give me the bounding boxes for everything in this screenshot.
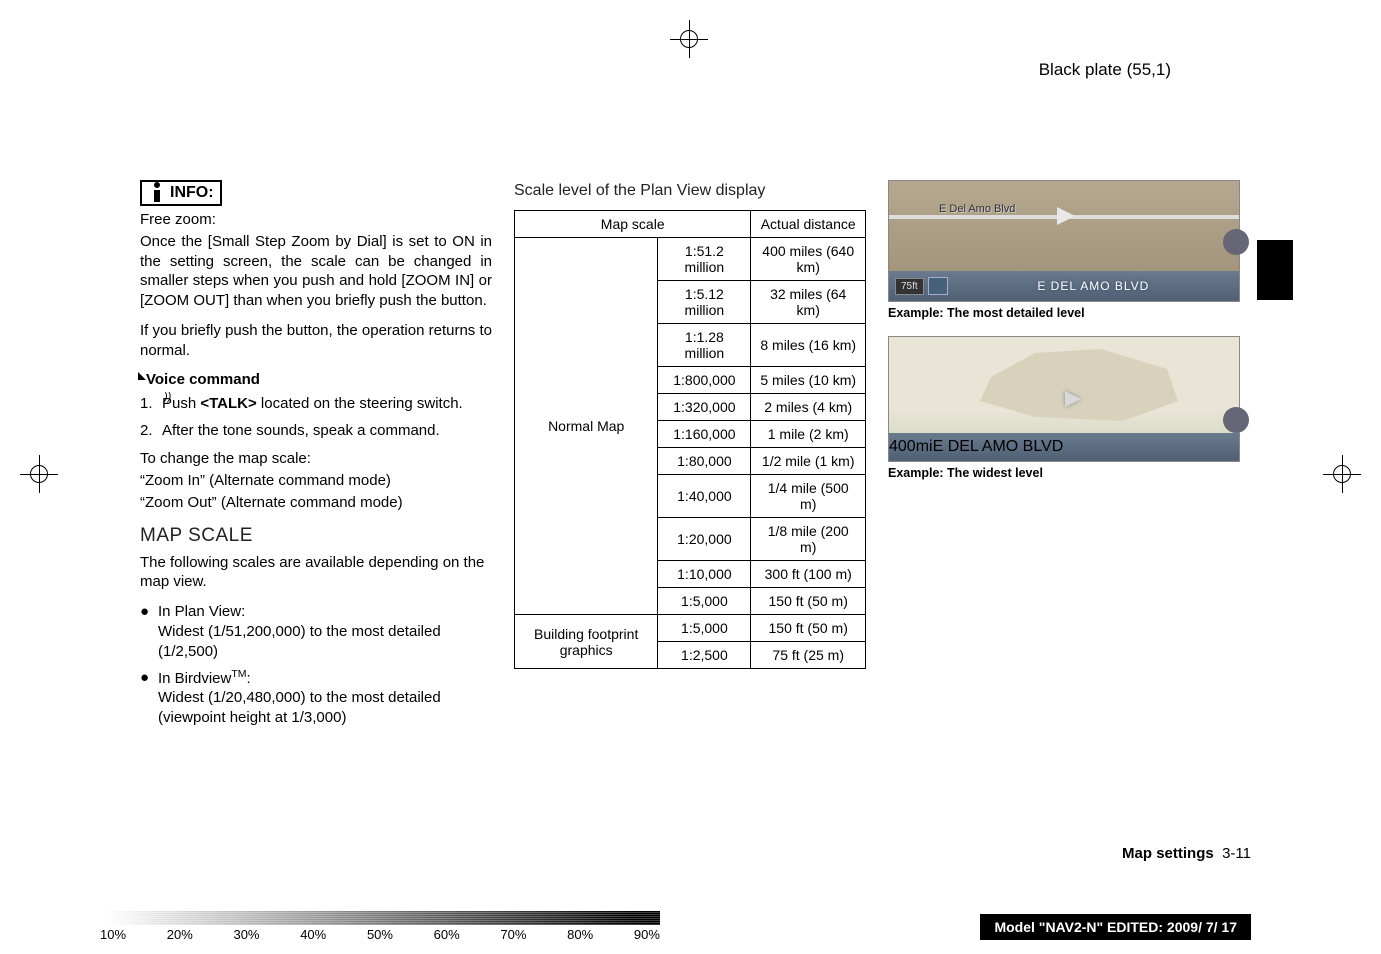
scale-cell: 1:160,000 bbox=[658, 421, 751, 448]
page-tab bbox=[1257, 240, 1293, 300]
scale-cell: 1:5,000 bbox=[658, 588, 751, 615]
section-label: Map settings bbox=[1122, 845, 1214, 862]
plan-view-table-heading: Scale level of the Plan View display bbox=[514, 182, 866, 200]
distance-cell: 300 ft (100 m) bbox=[751, 561, 866, 588]
map-screenshot-widest: 400mi E DEL AMO BLVD bbox=[888, 336, 1240, 462]
talk-button-label: <TALK> bbox=[200, 395, 256, 412]
arrow-icon bbox=[1057, 207, 1075, 225]
map-street-name: E DEL AMO BLVD bbox=[933, 438, 1064, 456]
zoom-out-line: “Zoom Out” (Alternate command mode) bbox=[140, 493, 492, 513]
map-street-name: E DEL AMO BLVD bbox=[1037, 279, 1149, 293]
register-mark-right bbox=[1323, 455, 1361, 493]
distance-cell: 8 miles (16 km) bbox=[751, 324, 866, 367]
voice-command-heading: )) Voice command bbox=[140, 371, 492, 388]
bullet-birdview: ● In BirdviewTM: Widest (1/20,480,000) t… bbox=[140, 668, 492, 728]
map-screenshot-detailed: E Del Amo Blvd 75ft E DEL AMO BLVD bbox=[888, 180, 1240, 302]
gradient-label: 20% bbox=[167, 927, 193, 942]
distance-cell: 75 ft (25 m) bbox=[751, 642, 866, 669]
info-label: INFO: bbox=[170, 184, 214, 202]
gradient-label: 90% bbox=[634, 927, 660, 942]
plan-view-body: Widest (1/51,200,000) to the most detail… bbox=[158, 623, 441, 660]
step1-post: located on the steering switch. bbox=[257, 395, 463, 412]
map-scale-heading: MAP SCALE bbox=[140, 525, 492, 547]
distance-cell: 1 mile (2 km) bbox=[751, 421, 866, 448]
scale-cell: 1:800,000 bbox=[658, 367, 751, 394]
freezoom-body: Once the [Small Step Zoom by Dial] is se… bbox=[140, 232, 492, 311]
distance-cell: 32 miles (64 km) bbox=[751, 281, 866, 324]
step-2: 2. After the tone sounds, speak a comman… bbox=[140, 421, 492, 441]
map-road-label: E Del Amo Blvd bbox=[939, 203, 1015, 215]
step-1: 1. Push <TALK> located on the steering s… bbox=[140, 394, 492, 414]
map-scale-indicator: 400mi bbox=[889, 438, 933, 456]
column-1: INFO: Free zoom: Once the [Small Step Zo… bbox=[140, 180, 492, 734]
birdview-label: In BirdviewTM: bbox=[158, 670, 251, 687]
scale-cell: 1:1.28 million bbox=[658, 324, 751, 367]
building-footprint-label: Building footprint graphics bbox=[515, 615, 658, 669]
freezoom-body2: If you briefly push the button, the oper… bbox=[140, 321, 492, 361]
distance-cell: 1/4 mile (500 m) bbox=[751, 475, 866, 518]
distance-cell: 2 miles (4 km) bbox=[751, 394, 866, 421]
scale-cell: 1:10,000 bbox=[658, 561, 751, 588]
scale-cell: 1:2,500 bbox=[658, 642, 751, 669]
gradient-label: 60% bbox=[434, 927, 460, 942]
plan-view-label: In Plan View: bbox=[158, 603, 245, 620]
plate-header: Black plate (55,1) bbox=[1039, 60, 1171, 80]
gradient-label: 80% bbox=[567, 927, 593, 942]
caption-detailed: Example: The most detailed level bbox=[888, 306, 1240, 320]
distance-cell: 400 miles (640 km) bbox=[751, 238, 866, 281]
bullet-plan-view: ● In Plan View: Widest (1/51,200,000) to… bbox=[140, 602, 492, 661]
th-actual-distance: Actual distance bbox=[751, 211, 866, 238]
distance-cell: 1/8 mile (200 m) bbox=[751, 518, 866, 561]
scale-cell: 1:5,000 bbox=[658, 615, 751, 642]
scale-cell: 1:5.12 million bbox=[658, 281, 751, 324]
distance-cell: 150 ft (50 m) bbox=[751, 615, 866, 642]
scale-table: Map scale Actual distance Normal Map 1:5… bbox=[514, 210, 866, 669]
caption-widest: Example: The widest level bbox=[888, 466, 1240, 480]
birdview-body: Widest (1/20,480,000) to the most detail… bbox=[158, 689, 441, 726]
info-icon bbox=[148, 184, 166, 202]
map-2d-icon bbox=[928, 277, 948, 295]
register-mark-top bbox=[670, 20, 708, 58]
gradient-calibration-bar: 10% 20% 30% 40% 50% 60% 70% 80% 90% bbox=[100, 911, 660, 942]
gradient-label: 50% bbox=[367, 927, 393, 942]
page-number: 3-11 bbox=[1222, 845, 1251, 862]
page-footer: Map settings 3-11 bbox=[1122, 845, 1251, 862]
column-2: Scale level of the Plan View display Map… bbox=[514, 180, 866, 734]
voice-label: Voice command bbox=[146, 371, 260, 388]
freezoom-title: Free zoom: bbox=[140, 210, 492, 230]
distance-cell: 150 ft (50 m) bbox=[751, 588, 866, 615]
scales-intro: The following scales are available depen… bbox=[140, 553, 492, 593]
gradient-label: 40% bbox=[300, 927, 326, 942]
zoom-in-line: “Zoom In” (Alternate command mode) bbox=[140, 471, 492, 491]
map-menu-icon bbox=[1223, 229, 1249, 255]
gradient-label: 70% bbox=[500, 927, 526, 942]
distance-cell: 5 miles (10 km) bbox=[751, 367, 866, 394]
step2-body: After the tone sounds, speak a command. bbox=[162, 421, 492, 441]
info-callout: INFO: bbox=[140, 180, 222, 206]
distance-cell: 1/2 mile (1 km) bbox=[751, 448, 866, 475]
th-mapscale: Map scale bbox=[515, 211, 751, 238]
scale-cell: 1:20,000 bbox=[658, 518, 751, 561]
arrow-icon bbox=[1065, 391, 1081, 407]
map-menu-icon bbox=[1223, 407, 1249, 433]
scale-cell: 1:51.2 million bbox=[658, 238, 751, 281]
normal-map-label: Normal Map bbox=[515, 238, 658, 615]
column-3: E Del Amo Blvd 75ft E DEL AMO BLVD Examp… bbox=[888, 180, 1240, 734]
model-bar: Model "NAV2-N" EDITED: 2009/ 7/ 17 bbox=[980, 914, 1251, 940]
register-mark-left bbox=[20, 455, 58, 493]
gradient-label: 10% bbox=[100, 927, 126, 942]
scale-cell: 1:80,000 bbox=[658, 448, 751, 475]
change-mapscale-line: To change the map scale: bbox=[140, 449, 492, 469]
gradient-label: 30% bbox=[233, 927, 259, 942]
scale-cell: 1:40,000 bbox=[658, 475, 751, 518]
map-scale-indicator: 75ft bbox=[895, 278, 924, 295]
scale-cell: 1:320,000 bbox=[658, 394, 751, 421]
